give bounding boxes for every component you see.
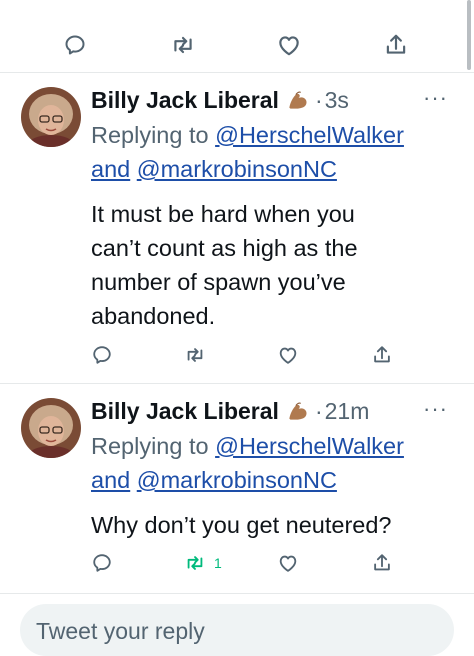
tweet-text: It must be hard when you can’t count as … bbox=[91, 197, 461, 333]
reply-icon bbox=[91, 344, 113, 366]
top-action-bar bbox=[0, 25, 474, 65]
tweet-header: Billy Jack Liberal · 21m bbox=[91, 394, 369, 428]
mention-link[interactable]: @HerschelWalker bbox=[215, 433, 404, 459]
tweet[interactable]: Billy Jack Liberal · 3s ··· Replying to … bbox=[0, 73, 474, 383]
author-name[interactable]: Billy Jack Liberal bbox=[91, 87, 279, 114]
share-button[interactable] bbox=[371, 543, 393, 583]
reply-button[interactable] bbox=[91, 543, 113, 583]
like-button[interactable] bbox=[277, 543, 299, 583]
like-icon bbox=[276, 32, 302, 58]
replying-to: Replying to @HerschelWalker and @markrob… bbox=[91, 429, 461, 497]
retweet-button[interactable]: 1 bbox=[184, 543, 222, 583]
tweet-text-line: can’t count as high as the bbox=[91, 235, 358, 261]
reply-icon bbox=[91, 552, 113, 574]
share-icon bbox=[371, 344, 393, 366]
retweet-icon bbox=[184, 552, 206, 574]
tweet-reply-input[interactable]: Tweet your reply bbox=[20, 604, 454, 656]
like-button[interactable] bbox=[276, 25, 302, 65]
and-link[interactable]: and bbox=[91, 467, 130, 493]
flexed-biceps-icon bbox=[285, 398, 311, 424]
mention-link[interactable]: @markrobinsonNC bbox=[137, 467, 337, 493]
avatar[interactable] bbox=[21, 87, 81, 147]
reply-icon bbox=[63, 33, 87, 57]
tweet-text: Why don’t you get neutered? bbox=[91, 508, 461, 542]
reply-button[interactable] bbox=[63, 25, 87, 65]
avatar[interactable] bbox=[21, 398, 81, 458]
tweet-action-bar: 1 bbox=[0, 543, 474, 583]
more-options-button[interactable]: ··· bbox=[423, 85, 448, 111]
timestamp[interactable]: 21m bbox=[325, 398, 370, 425]
more-options-button[interactable]: ··· bbox=[423, 396, 448, 422]
tweet[interactable]: Billy Jack Liberal · 21m ··· Replying to… bbox=[0, 384, 474, 594]
share-icon bbox=[383, 32, 409, 58]
tweet-text-line: Why don’t you get neutered? bbox=[91, 512, 392, 538]
replying-prefix: Replying to bbox=[91, 433, 209, 459]
tweet-header: Billy Jack Liberal · 3s bbox=[91, 83, 349, 117]
retweet-button[interactable] bbox=[184, 335, 206, 375]
share-button[interactable] bbox=[383, 25, 409, 65]
share-icon bbox=[371, 552, 393, 574]
tweet-text-line: It must be hard when you bbox=[91, 201, 355, 227]
like-button[interactable] bbox=[277, 335, 299, 375]
like-icon bbox=[277, 552, 299, 574]
author-name[interactable]: Billy Jack Liberal bbox=[91, 398, 279, 425]
retweet-button[interactable] bbox=[170, 25, 196, 65]
replying-to: Replying to @HerschelWalker and @markrob… bbox=[91, 118, 461, 186]
separator: · bbox=[314, 397, 323, 424]
tweet-text-line: abandoned. bbox=[91, 303, 216, 329]
divider bbox=[0, 593, 474, 594]
reply-placeholder: Tweet your reply bbox=[36, 618, 205, 644]
retweet-icon bbox=[170, 32, 196, 58]
timestamp[interactable]: 3s bbox=[325, 87, 349, 114]
retweet-icon bbox=[184, 344, 206, 366]
replying-prefix: Replying to bbox=[91, 122, 209, 148]
like-icon bbox=[277, 344, 299, 366]
retweet-count: 1 bbox=[214, 555, 222, 571]
mention-link[interactable]: @HerschelWalker bbox=[215, 122, 404, 148]
mention-link[interactable]: @markrobinsonNC bbox=[137, 156, 337, 182]
flexed-biceps-icon bbox=[285, 87, 311, 113]
and-link[interactable]: and bbox=[91, 156, 130, 182]
share-button[interactable] bbox=[371, 335, 393, 375]
reply-button[interactable] bbox=[91, 335, 113, 375]
tweet-action-bar bbox=[0, 335, 474, 375]
tweet-text-line: number of spawn you’ve bbox=[91, 269, 346, 295]
separator: · bbox=[314, 86, 323, 113]
